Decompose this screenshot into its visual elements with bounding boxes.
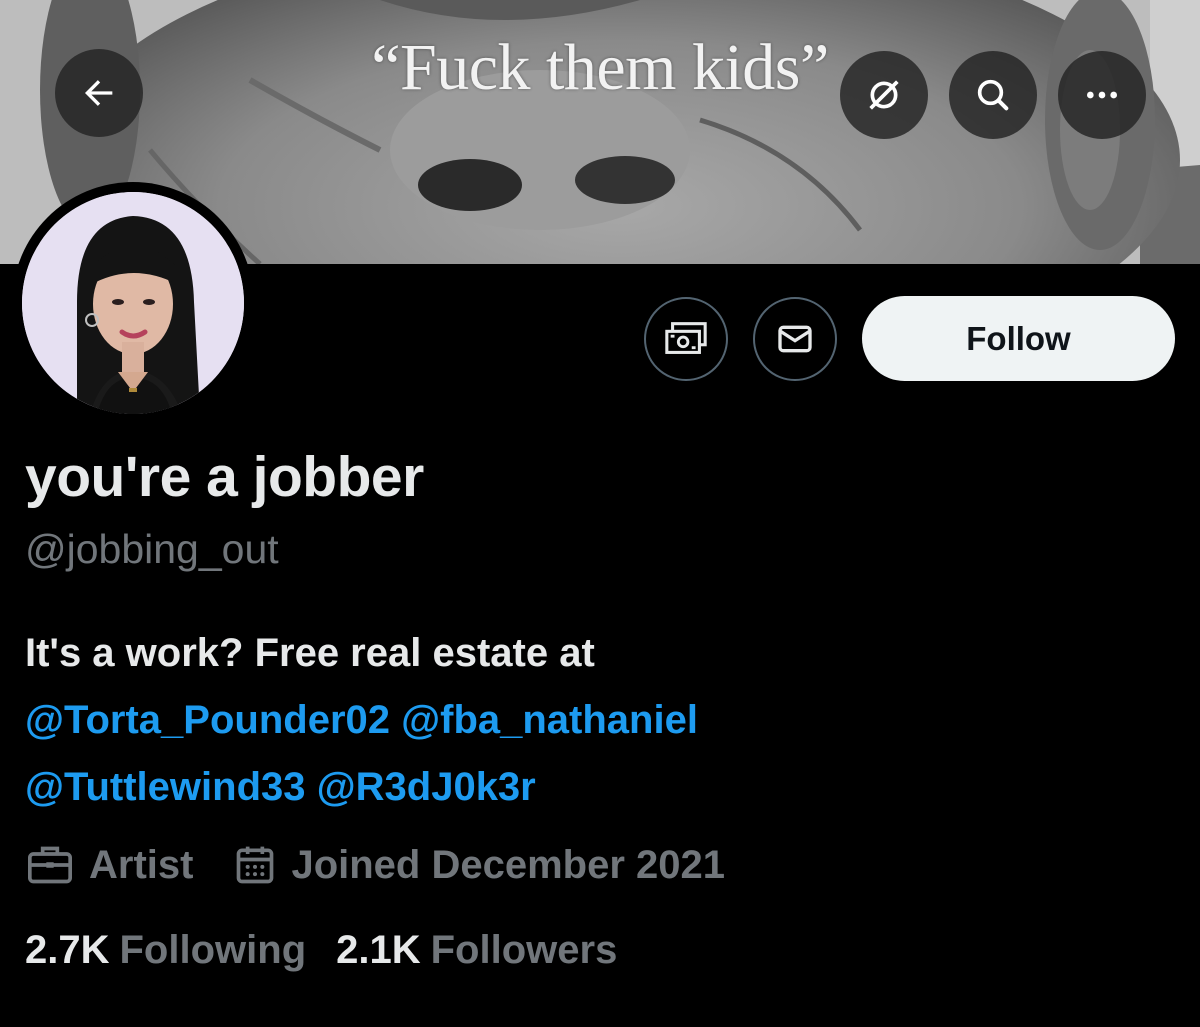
joined-date: Joined December 2021 [291,842,726,887]
envelope-icon [778,325,812,353]
followers-count: 2.1K [336,928,421,972]
arrow-left-icon [85,80,113,106]
profile-page: “Fuck them kids” Follow you're a jobber … [0,0,1200,1027]
avatar-image [22,192,244,414]
search-button[interactable] [949,51,1037,139]
bio-mention-link[interactable]: @fba_nathaniel [401,698,698,742]
username-handle: @jobbing_out [25,526,279,572]
bio-text: It's a work? Free real estate at [25,631,595,675]
profession-item: Artist [25,843,193,888]
bio-mention-link[interactable]: @R3dJ0k3r [317,765,536,809]
search-icon [977,79,1009,111]
avatar-ring[interactable] [12,182,254,424]
bio-mention-link[interactable]: @Torta_Pounder02 [25,698,390,742]
profile-bio: It's a work? Free real estate at @Torta_… [25,620,1175,821]
more-options-button[interactable] [1058,51,1146,139]
grok-button[interactable] [840,51,928,139]
avatar[interactable] [22,192,244,414]
following-count: 2.7K [25,928,110,972]
money-icon [665,322,707,354]
follow-button[interactable]: Follow [862,296,1175,381]
slash-circle-icon [869,80,899,110]
bio-mention-link[interactable]: @Tuttlewind33 [25,765,306,809]
tip-button[interactable] [644,297,728,381]
profile-meta: Artist Joined December 2021 [25,840,725,890]
message-button[interactable] [753,297,837,381]
follow-stats: 2.7K Following 2.1K Followers [25,928,617,973]
joined-item: Joined December 2021 [233,843,725,888]
followers-link[interactable]: 2.1K Followers [336,928,617,973]
more-horizontal-icon [1087,91,1117,99]
calendar-icon [237,846,274,884]
profession-label: Artist [89,842,194,887]
display-name: you're a jobber [25,445,424,509]
following-label: Following [119,928,307,972]
back-button[interactable] [55,49,143,137]
followers-label: Followers [430,928,618,972]
following-link[interactable]: 2.7K Following [25,928,306,973]
briefcase-icon [28,846,72,884]
